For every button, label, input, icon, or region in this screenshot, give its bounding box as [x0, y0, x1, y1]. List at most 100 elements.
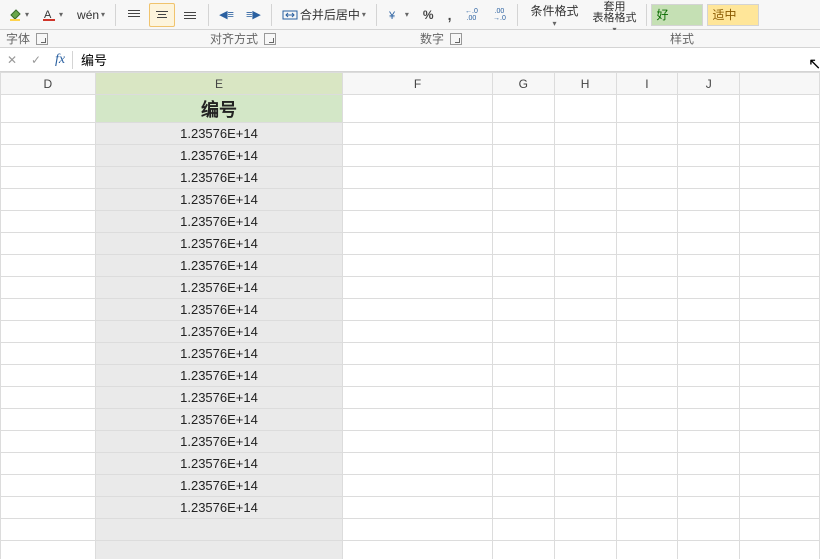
cell[interactable] [616, 519, 678, 541]
cell[interactable] [740, 541, 820, 559]
cell[interactable] [678, 95, 740, 123]
cell[interactable] [554, 95, 616, 123]
cell[interactable]: 1.23576E+14 [95, 365, 343, 387]
cell[interactable] [492, 123, 554, 145]
cell[interactable] [740, 145, 820, 167]
font-launcher[interactable] [36, 33, 48, 45]
cell[interactable] [678, 123, 740, 145]
cell[interactable] [343, 233, 493, 255]
cell[interactable] [492, 453, 554, 475]
cell[interactable] [554, 497, 616, 519]
cell[interactable]: 1.23576E+14 [95, 255, 343, 277]
spreadsheet-grid[interactable]: D E F G H I J 编号1.23576E+141.23576E+141.… [0, 72, 820, 559]
cell[interactable] [554, 431, 616, 453]
decrease-indent-button[interactable]: ◀≡ [214, 3, 239, 27]
cell[interactable] [678, 409, 740, 431]
cell[interactable] [554, 475, 616, 497]
cell[interactable] [554, 233, 616, 255]
cell[interactable]: 1.23576E+14 [95, 343, 343, 365]
cell[interactable] [1, 255, 96, 277]
cell[interactable] [740, 321, 820, 343]
cell[interactable] [740, 167, 820, 189]
cell[interactable]: 1.23576E+14 [95, 475, 343, 497]
cell[interactable] [678, 387, 740, 409]
cell[interactable] [343, 475, 493, 497]
cell[interactable] [492, 277, 554, 299]
col-header-I[interactable]: I [616, 73, 678, 95]
cell[interactable] [740, 475, 820, 497]
cell[interactable] [678, 255, 740, 277]
cell[interactable] [343, 343, 493, 365]
percent-button[interactable]: % [416, 3, 439, 27]
cell[interactable] [554, 167, 616, 189]
cell[interactable] [740, 189, 820, 211]
cell[interactable] [1, 475, 96, 497]
fill-color-button[interactable] [2, 3, 34, 27]
cell[interactable] [678, 233, 740, 255]
cell[interactable] [1, 365, 96, 387]
col-header-pad[interactable] [740, 73, 820, 95]
cell[interactable]: 1.23576E+14 [95, 453, 343, 475]
cell[interactable] [492, 497, 554, 519]
col-header-F[interactable]: F [343, 73, 493, 95]
cell[interactable] [616, 255, 678, 277]
cell[interactable] [492, 299, 554, 321]
cell[interactable] [492, 409, 554, 431]
cell[interactable] [740, 365, 820, 387]
cell[interactable] [554, 299, 616, 321]
cell[interactable] [740, 409, 820, 431]
cell[interactable] [554, 387, 616, 409]
col-header-J[interactable]: J [678, 73, 740, 95]
cell[interactable] [554, 145, 616, 167]
cell[interactable] [740, 343, 820, 365]
cell[interactable] [678, 167, 740, 189]
cell[interactable] [616, 409, 678, 431]
cell[interactable] [616, 95, 678, 123]
cell[interactable] [554, 541, 616, 559]
cell[interactable]: 1.23576E+14 [95, 167, 343, 189]
cell[interactable] [492, 387, 554, 409]
col-header-E[interactable]: E [95, 73, 343, 95]
cell[interactable] [554, 409, 616, 431]
cell[interactable] [1, 497, 96, 519]
cell[interactable]: 1.23576E+14 [95, 123, 343, 145]
cell[interactable] [343, 541, 493, 559]
cell[interactable] [343, 365, 493, 387]
cell[interactable]: 1.23576E+14 [95, 409, 343, 431]
cell[interactable]: 1.23576E+14 [95, 431, 343, 453]
increase-indent-button[interactable]: ≡▶ [241, 3, 266, 27]
cell[interactable] [492, 255, 554, 277]
align-launcher[interactable] [264, 33, 276, 45]
align-middle-button[interactable] [149, 3, 175, 27]
cell[interactable] [616, 387, 678, 409]
cell[interactable] [1, 343, 96, 365]
cell[interactable] [740, 299, 820, 321]
cell[interactable] [740, 519, 820, 541]
font-color-button[interactable]: A [36, 3, 68, 27]
cell[interactable] [616, 189, 678, 211]
cell[interactable] [616, 145, 678, 167]
cell[interactable] [678, 145, 740, 167]
cell[interactable] [616, 541, 678, 559]
cell[interactable] [343, 497, 493, 519]
cell[interactable] [740, 95, 820, 123]
cell[interactable] [1, 519, 96, 541]
cell[interactable] [678, 453, 740, 475]
cell[interactable] [740, 255, 820, 277]
decrease-decimal-button[interactable]: .00→.0 [486, 3, 512, 27]
cell[interactable] [1, 299, 96, 321]
cell[interactable] [740, 211, 820, 233]
cell[interactable] [343, 431, 493, 453]
cell[interactable] [678, 541, 740, 559]
cell[interactable] [492, 145, 554, 167]
comma-button[interactable]: , [441, 3, 457, 27]
cell[interactable] [1, 409, 96, 431]
cell[interactable] [492, 233, 554, 255]
header-cell[interactable]: 编号 [95, 95, 343, 123]
cell[interactable] [1, 189, 96, 211]
cell[interactable] [1, 95, 96, 123]
cell[interactable] [1, 431, 96, 453]
cell[interactable] [343, 387, 493, 409]
align-top-button[interactable] [121, 3, 147, 27]
cell[interactable] [616, 365, 678, 387]
